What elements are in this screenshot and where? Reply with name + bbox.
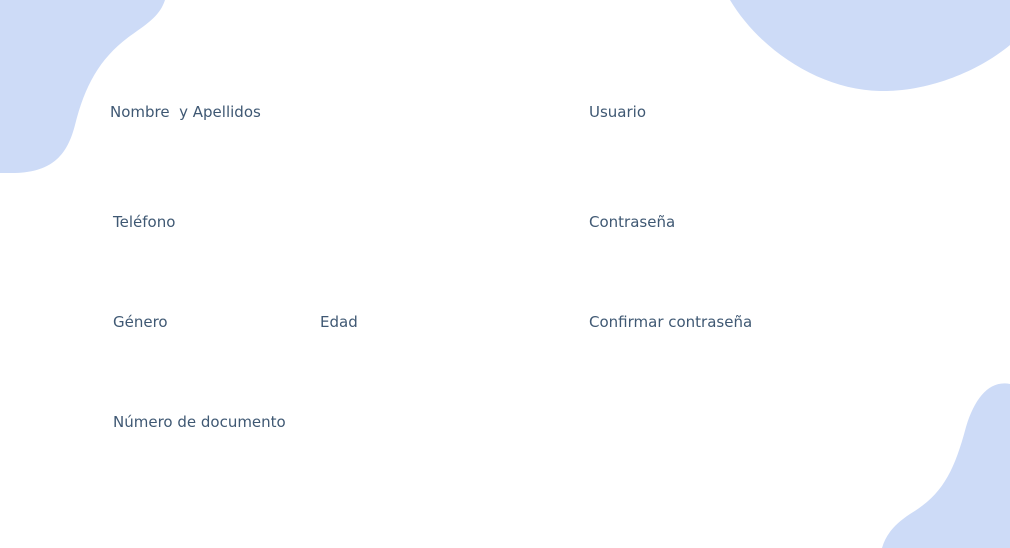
- confirm-password-label: Confirmar contraseña: [589, 313, 753, 331]
- decorative-blob-top-left: [0, 0, 165, 173]
- password-label: Contraseña: [589, 213, 676, 231]
- document-number-label: Número de documento: [113, 413, 286, 431]
- decorative-blob-bottom-right: [882, 383, 1010, 548]
- phone-label: Teléfono: [113, 213, 176, 231]
- age-label: Edad: [320, 313, 358, 331]
- full-name-label: Nombre y Apellidos: [110, 103, 261, 121]
- gender-label: Género: [113, 313, 168, 331]
- decorative-blob-top-right: [730, 0, 1010, 92]
- username-label: Usuario: [589, 103, 647, 121]
